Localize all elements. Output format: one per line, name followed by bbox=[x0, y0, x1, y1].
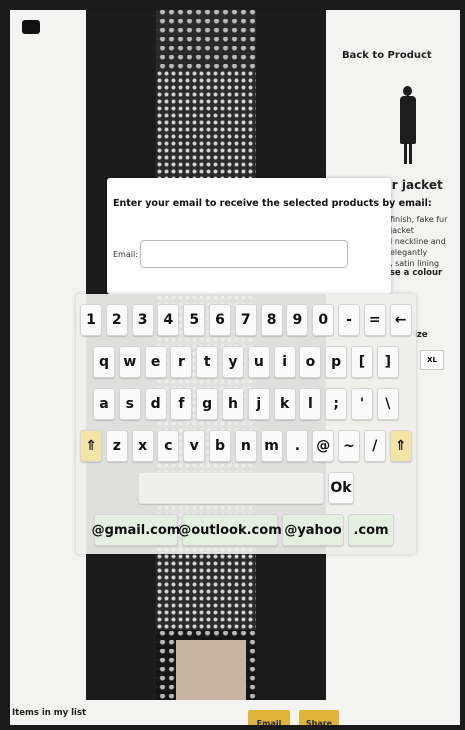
key-f[interactable]: f bbox=[170, 388, 193, 420]
key-j[interactable]: j bbox=[247, 388, 270, 420]
key-equals[interactable]: = bbox=[363, 304, 386, 336]
key-semicolon[interactable]: ; bbox=[325, 388, 348, 420]
key-p[interactable]: p bbox=[325, 346, 348, 378]
modal-title: Enter your email to receive the selected… bbox=[113, 198, 432, 209]
shift-right-key[interactable]: ⇑ bbox=[389, 430, 412, 462]
key-l[interactable]: l bbox=[299, 388, 322, 420]
key-n[interactable]: n bbox=[234, 430, 257, 462]
key-t[interactable]: t bbox=[196, 346, 219, 378]
key-z[interactable]: z bbox=[105, 430, 128, 462]
gmail-domain-key[interactable]: @gmail.com bbox=[92, 514, 180, 546]
key-backslash[interactable]: \ bbox=[376, 388, 399, 420]
email-modal: Enter your email to receive the selected… bbox=[107, 178, 432, 294]
key-backspace[interactable]: ← bbox=[389, 304, 412, 336]
dotcom-domain-key[interactable]: .com bbox=[348, 514, 394, 546]
email-button[interactable]: Email bbox=[248, 710, 290, 725]
key-u[interactable]: u bbox=[247, 346, 270, 378]
product-thumbnail[interactable] bbox=[398, 86, 418, 166]
ok-key[interactable]: Ok bbox=[328, 472, 354, 504]
choose-colour-label: ose a colour bbox=[384, 268, 443, 278]
kiosk-screen: Back to Product f u r j a c k et finish, fake … bbox=[10, 10, 460, 725]
key-d[interactable]: d bbox=[144, 388, 167, 420]
key-slash[interactable]: / bbox=[363, 430, 386, 462]
onscreen-keyboard: 1 2 3 4 5 6 7 8 9 0- = ← q w e r t y u i o p[] a s d f g h j k l; ' \ ⇑ z x… bbox=[76, 294, 416, 554]
key-g[interactable]: g bbox=[196, 388, 219, 420]
share-button[interactable]: Share bbox=[299, 710, 339, 725]
key-k[interactable]: k bbox=[273, 388, 296, 420]
key-o[interactable]: o bbox=[299, 346, 322, 378]
items-in-list-label: Items in my list bbox=[12, 708, 87, 718]
key-c[interactable]: c bbox=[157, 430, 180, 462]
key-w[interactable]: w bbox=[118, 346, 141, 378]
key-1[interactable]: 1 bbox=[80, 304, 102, 336]
key-e[interactable]: e bbox=[144, 346, 167, 378]
key-q[interactable]: q bbox=[93, 346, 115, 378]
key-4[interactable]: 4 bbox=[157, 304, 180, 336]
email-label: Email: bbox=[113, 250, 138, 259]
key-8[interactable]: 8 bbox=[260, 304, 283, 336]
shift-left-key[interactable]: ⇑ bbox=[80, 430, 102, 462]
back-to-product-link[interactable]: Back to Product bbox=[342, 50, 432, 61]
key-at[interactable]: @ bbox=[312, 430, 335, 462]
key-a[interactable]: a bbox=[93, 388, 115, 420]
yahoo-domain-key[interactable]: @yahoo bbox=[282, 514, 344, 546]
key-period[interactable]: . bbox=[286, 430, 309, 462]
key-b[interactable]: b bbox=[209, 430, 231, 462]
key-6[interactable]: 6 bbox=[209, 304, 231, 336]
key-x[interactable]: x bbox=[131, 430, 154, 462]
outlook-domain-key[interactable]: @outlook.com bbox=[178, 514, 282, 546]
key-2[interactable]: 2 bbox=[105, 304, 128, 336]
key-0[interactable]: 0 bbox=[312, 304, 335, 336]
key-v[interactable]: v bbox=[183, 430, 206, 462]
key-i[interactable]: i bbox=[273, 346, 296, 378]
key-y[interactable]: y bbox=[222, 346, 244, 378]
key-9[interactable]: 9 bbox=[286, 304, 309, 336]
key-left-bracket[interactable]: [ bbox=[351, 346, 373, 378]
key-right-bracket[interactable]: ] bbox=[376, 346, 399, 378]
email-input[interactable] bbox=[140, 240, 348, 268]
key-r[interactable]: r bbox=[170, 346, 193, 378]
key-m[interactable]: m bbox=[260, 430, 283, 462]
key-s[interactable]: s bbox=[118, 388, 141, 420]
key-5[interactable]: 5 bbox=[183, 304, 206, 336]
size-option-xl[interactable]: XL bbox=[420, 350, 444, 370]
product-description: finish, fake fur jacket l neckline and e… bbox=[390, 215, 448, 268]
key-quote[interactable]: ' bbox=[351, 388, 373, 420]
key-tilde[interactable]: ~ bbox=[338, 430, 360, 462]
key-7[interactable]: 7 bbox=[234, 304, 257, 336]
size-label: ize bbox=[414, 330, 428, 340]
key-3[interactable]: 3 bbox=[131, 304, 154, 336]
space-key[interactable] bbox=[138, 472, 324, 504]
key-h[interactable]: h bbox=[222, 388, 244, 420]
key-minus[interactable]: - bbox=[338, 304, 360, 336]
camera-notch bbox=[22, 20, 40, 34]
